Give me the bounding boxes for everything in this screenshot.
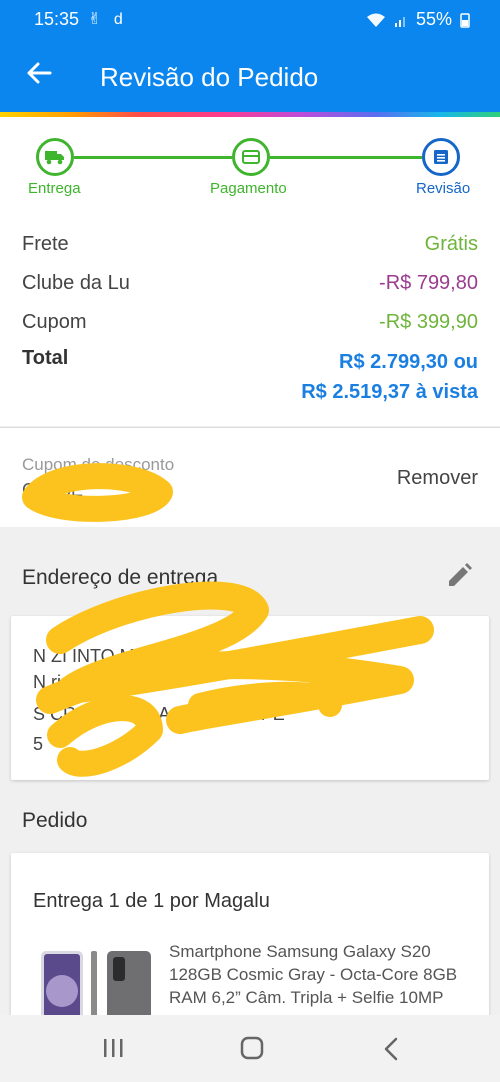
clube-label: Clube da Lu bbox=[22, 272, 130, 294]
summary-row-frete: Frete Grátis bbox=[22, 233, 478, 256]
status-time: 15:35 bbox=[34, 9, 80, 29]
step-label-revisao: Revisão bbox=[416, 180, 471, 197]
stepper-line-2 bbox=[270, 156, 422, 159]
address-section-title: Endereço de entrega bbox=[22, 566, 219, 589]
back-icon[interactable] bbox=[374, 1033, 410, 1065]
stepper-line-1 bbox=[74, 156, 232, 159]
cupom-label: Cupom bbox=[22, 311, 87, 333]
clube-value: -R$ 799,80 bbox=[379, 272, 478, 294]
battery-icon bbox=[460, 12, 470, 28]
address-line-1: N ZI INTO MPOS, sn - bbox=[33, 646, 213, 666]
page-title: Revisão do Pedido bbox=[100, 62, 319, 92]
system-nav-bar bbox=[0, 1015, 500, 1082]
address-line-4: 5 bbox=[33, 734, 44, 754]
notification-icons: ✌ d bbox=[88, 11, 127, 28]
step-label-pagamento: Pagamento bbox=[210, 180, 287, 197]
summary-row-clube: Clube da Lu -R$ 799,80 bbox=[22, 272, 478, 295]
coupon-section: Cupom de desconto C UICE Remover bbox=[0, 427, 500, 527]
total-label: Total bbox=[22, 347, 69, 369]
summary-row-total: Total R$ 2.799,30 ou R$ 2.519,37 à vista bbox=[22, 347, 478, 407]
coupon-code: C UICE bbox=[22, 480, 84, 500]
address-line-2: N ri bbox=[33, 672, 61, 692]
checkout-stepper: Entrega Pagamento Revisão bbox=[0, 117, 500, 219]
wifi-icon bbox=[366, 13, 385, 27]
total-value: R$ 2.799,30 ou R$ 2.519,37 à vista bbox=[301, 347, 478, 407]
home-icon[interactable] bbox=[234, 1033, 270, 1065]
summary-row-cupom: Cupom -R$ 399,90 bbox=[22, 311, 478, 334]
order-section-title: Pedido bbox=[22, 809, 88, 832]
recent-apps-icon[interactable] bbox=[96, 1033, 132, 1065]
step-entrega[interactable] bbox=[36, 138, 74, 176]
step-pagamento[interactable] bbox=[232, 138, 270, 176]
credit-card-icon bbox=[242, 150, 260, 164]
shipment-title: Entrega 1 de 1 por Magalu bbox=[33, 890, 270, 912]
order-summary: Frete Grátis Clube da Lu -R$ 799,80 Cupo… bbox=[0, 219, 500, 426]
step-label-entrega: Entrega bbox=[28, 180, 81, 197]
truck-icon bbox=[45, 151, 64, 165]
battery-level: 55% bbox=[415, 9, 452, 29]
signal-icon bbox=[394, 16, 405, 27]
frete-value: Grátis bbox=[424, 233, 478, 255]
back-arrow-icon[interactable] bbox=[24, 58, 56, 94]
address-line-3: S CRISTOVAO A TALHADA/PE bbox=[33, 704, 285, 724]
total-value-installments: R$ 2.799,30 ou bbox=[339, 351, 478, 373]
app-bar: Revisão do Pedido bbox=[0, 42, 500, 112]
product-name[interactable]: Smartphone Samsung Galaxy S20 128GB Cosm… bbox=[169, 940, 479, 1009]
address-card[interactable]: N ZI INTO MPOS, sn - N ri S CRISTOVAO A … bbox=[11, 616, 489, 780]
status-bar: 15:35 ✌ d 55% bbox=[0, 0, 500, 42]
edit-pencil-icon[interactable] bbox=[444, 561, 476, 593]
step-revisao[interactable] bbox=[422, 138, 460, 176]
remove-coupon-button[interactable]: Remover bbox=[397, 467, 478, 490]
cupom-value: -R$ 399,90 bbox=[379, 311, 478, 333]
status-right: 55% bbox=[366, 9, 470, 30]
coupon-label: Cupom de desconto bbox=[22, 455, 175, 474]
list-icon bbox=[434, 150, 448, 164]
total-value-cash: R$ 2.519,37 à vista bbox=[301, 381, 478, 403]
frete-label: Frete bbox=[22, 233, 69, 255]
